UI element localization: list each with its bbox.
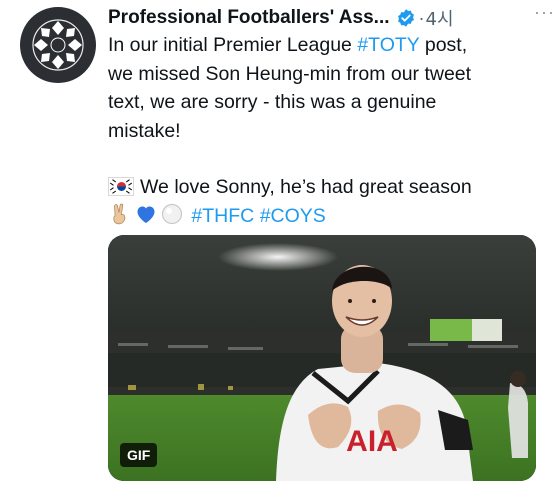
tweet-text: In our initial Premier League #TOTY post… bbox=[108, 31, 548, 234]
love-text: We love Sonny, he’s had great season bbox=[140, 176, 472, 198]
gif-badge: GIF bbox=[120, 443, 158, 467]
separator-dot: · bbox=[418, 7, 425, 28]
text-segment: In our initial Premier League bbox=[108, 34, 358, 56]
jersey-sponsor-text: AIA bbox=[346, 425, 398, 458]
more-options-icon[interactable]: ··· bbox=[534, 2, 555, 23]
hashtag-thfc[interactable]: #THFC bbox=[191, 205, 254, 227]
author-name[interactable]: Professional Footballers' Ass... bbox=[108, 7, 390, 29]
hashtag-toty[interactable]: #TOTY bbox=[357, 34, 419, 56]
pfa-logo-icon bbox=[32, 19, 84, 71]
gif-media[interactable]: AIA GIF bbox=[108, 235, 536, 481]
blue-heart-icon bbox=[134, 202, 158, 235]
tweet-line-3: text, we are sorry - this was a genuine bbox=[108, 91, 437, 113]
victory-hand-icon bbox=[108, 202, 132, 235]
tweet-line-love: We love Sonny, he’s had great season bbox=[108, 173, 548, 202]
hashtag-coys[interactable]: #COYS bbox=[260, 205, 326, 227]
tweet-timestamp[interactable]: 4시 bbox=[426, 5, 454, 31]
verified-badge-icon bbox=[396, 8, 416, 28]
white-circle-icon bbox=[160, 202, 184, 235]
tweet-line-2: we missed Son Heung-min from our tweet bbox=[108, 62, 472, 85]
author-avatar[interactable] bbox=[20, 7, 96, 83]
south-korea-flag-icon bbox=[108, 177, 134, 196]
tweet-line-4: mistake! bbox=[108, 119, 181, 142]
gif-preview-image: AIA bbox=[108, 235, 536, 481]
tweet-line-1: In our initial Premier League #TOTY post… bbox=[108, 31, 548, 60]
tweet-header: Professional Footballers' Ass... · 4시 bbox=[108, 5, 544, 31]
text-segment: post, bbox=[419, 34, 468, 56]
tweet-line-tags: #THFC #COYS bbox=[108, 202, 548, 235]
